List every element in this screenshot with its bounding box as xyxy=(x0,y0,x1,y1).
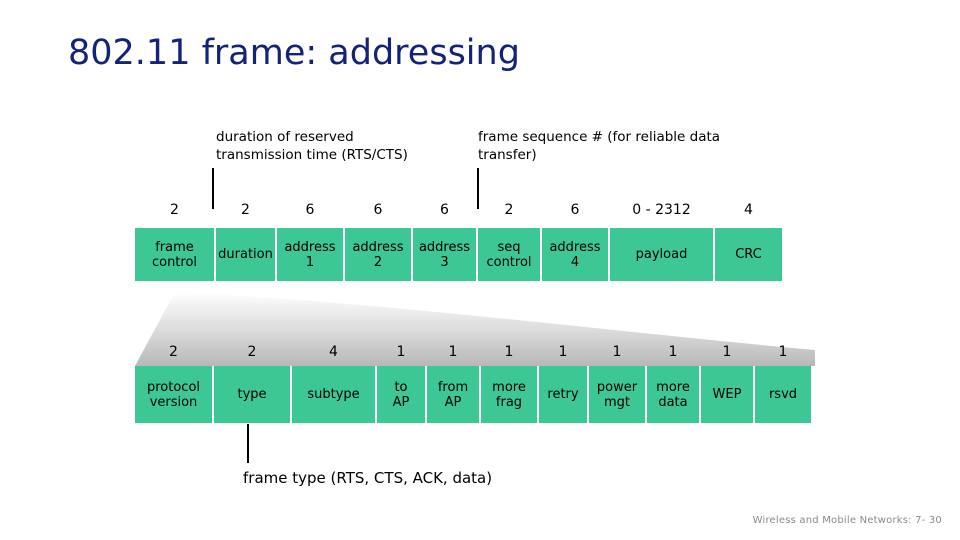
frame-size-label: 4 xyxy=(744,202,753,218)
frame-field-cell[interactable]: duration xyxy=(216,228,275,281)
frame-field-label: seq xyxy=(497,239,521,255)
fc-field-label-2: mgt xyxy=(603,394,630,410)
fc-field-label-2: AP xyxy=(392,394,410,410)
frame-field-cell[interactable]: address 4 xyxy=(542,228,608,281)
fc-field-label-2: frag xyxy=(495,394,523,410)
fc-field-label: subtype xyxy=(307,387,360,402)
fc-field-label: power xyxy=(596,379,638,395)
frame-size-label: 6 xyxy=(305,202,315,218)
frame-size-label: 2 xyxy=(504,202,514,218)
fc-field-label: to xyxy=(394,379,408,395)
page-title: 802.11 frame: addressing xyxy=(68,33,520,73)
seq-callout-line1: frame sequence # (for reliable data xyxy=(478,129,721,145)
fc-field-label: rsvd xyxy=(768,387,798,402)
frame-field-label: frame xyxy=(155,239,194,255)
fc-size-label: 1 xyxy=(558,344,568,360)
slide-footer: Wireless and Mobile Networks: 7- 30 xyxy=(752,515,942,526)
frame-field-label: address xyxy=(352,239,404,255)
fc-size-label: 1 xyxy=(722,344,732,360)
frame-field-label-2: control xyxy=(151,254,198,270)
fc-field-cell[interactable]: from AP xyxy=(427,366,479,423)
fc-size-label: 4 xyxy=(329,344,338,360)
fc-field-label: retry xyxy=(547,387,579,402)
duration-callout-line1: duration of reserved xyxy=(216,129,354,145)
frame-size-label: 6 xyxy=(373,202,383,218)
fc-field-cell[interactable]: to AP xyxy=(377,366,425,423)
fc-field-label: WEP xyxy=(712,387,742,402)
frame-field-label: address xyxy=(418,239,471,255)
frame-field-cell[interactable]: seq control xyxy=(478,228,540,281)
frame-field-cell[interactable]: frame control xyxy=(135,228,214,281)
fc-field-label-2: data xyxy=(658,394,688,410)
fc-field-cell[interactable]: power mgt xyxy=(589,366,645,423)
fc-field-cell[interactable]: more data xyxy=(647,366,699,423)
frame-field-label: payload xyxy=(635,247,688,262)
fc-field-cell[interactable]: type xyxy=(214,366,290,423)
frame-field-cell[interactable]: payload xyxy=(610,228,713,281)
fc-size-label: 1 xyxy=(668,344,678,360)
fc-field-label: protocol xyxy=(146,379,201,395)
fc-field-label-2: version xyxy=(149,394,198,410)
frame-field-cell[interactable]: address 1 xyxy=(277,228,343,281)
fc-size-label: 2 xyxy=(169,344,178,360)
frame-type-leader-line xyxy=(247,424,249,463)
fc-size-label: 1 xyxy=(504,344,514,360)
fc-field-cell[interactable]: retry xyxy=(539,366,587,423)
duration-callout-line2: transmission time (RTS/CTS) xyxy=(216,147,408,163)
fc-field-cell[interactable]: rsvd xyxy=(755,366,811,423)
fc-field-label: more xyxy=(492,379,526,395)
frame-size-label: 6 xyxy=(440,202,449,218)
fc-field-label: type xyxy=(237,387,267,402)
frame-field-label: duration xyxy=(218,247,273,262)
frame-field-cell[interactable]: CRC xyxy=(715,228,782,281)
frame-field-label-2: control xyxy=(486,254,532,270)
frame-size-label: 2 xyxy=(170,202,179,218)
frame-field-label-2: 1 xyxy=(305,254,315,270)
seq-callout-line2: transfer) xyxy=(478,147,537,163)
fc-size-label: 1 xyxy=(396,344,406,360)
frame-field-label-2: 3 xyxy=(440,254,449,270)
frame-field-cell[interactable]: address 2 xyxy=(345,228,411,281)
fc-field-label: from xyxy=(437,379,469,395)
frame-field-label: address xyxy=(549,239,601,255)
fc-field-cell[interactable]: more frag xyxy=(481,366,537,423)
fc-field-cell[interactable]: protocol version xyxy=(135,366,212,423)
fc-field-cell[interactable]: WEP xyxy=(701,366,753,423)
frame-field-label: address xyxy=(284,239,336,255)
frame-size-label: 0 - 2312 xyxy=(632,202,691,218)
frame-size-label: 6 xyxy=(570,202,580,218)
fc-size-label: 2 xyxy=(247,344,257,360)
duration-callout: duration of reserved transmission time (… xyxy=(216,128,476,164)
seq-callout: frame sequence # (for reliable data tran… xyxy=(478,128,798,164)
fc-size-label: 1 xyxy=(612,344,622,360)
frame-field-label-2: 4 xyxy=(570,254,580,270)
frame-type-caption: frame type (RTS, CTS, ACK, data) xyxy=(243,469,493,487)
slide-canvas: 802.11 frame: addressing duration of res… xyxy=(0,0,960,540)
fc-field-label-2: AP xyxy=(444,394,462,410)
frame-field-cell[interactable]: address 3 xyxy=(413,228,476,281)
fc-size-label: 1 xyxy=(778,344,788,360)
fc-field-label: more xyxy=(656,379,690,395)
fc-field-cell[interactable]: subtype xyxy=(292,366,375,423)
fc-size-label: 1 xyxy=(448,344,458,360)
frame-field-label: CRC xyxy=(735,247,762,262)
frame-field-label-2: 2 xyxy=(373,254,383,270)
frame-size-label: 2 xyxy=(241,202,250,218)
